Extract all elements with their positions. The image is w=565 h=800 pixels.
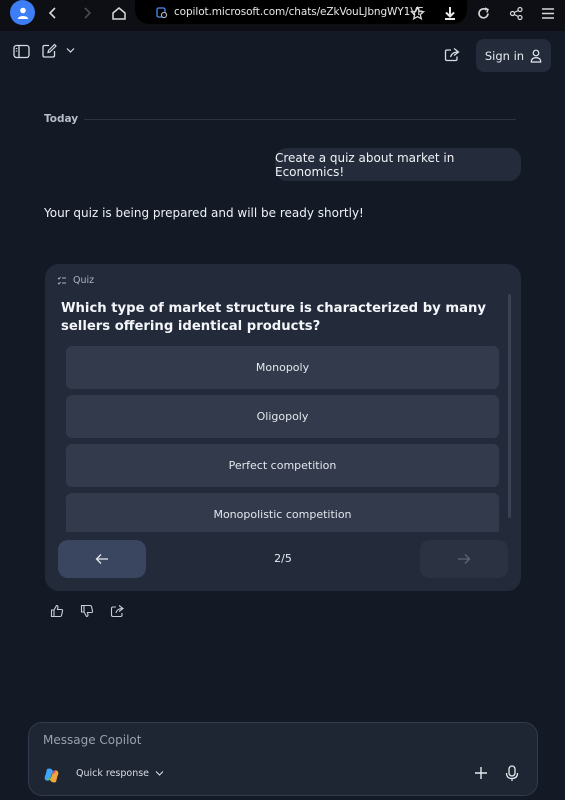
sign-in-button[interactable]: Sign in (476, 39, 551, 72)
quiz-label: Quiz (73, 275, 95, 286)
arrow-left-icon (95, 553, 109, 565)
forward-icon[interactable] (74, 0, 100, 26)
response-mode-selector[interactable]: Quick response (76, 768, 164, 779)
home-icon[interactable] (106, 0, 132, 26)
copilot-logo-icon (43, 767, 60, 784)
quiz-card: Quiz Which type of market structure is c… (45, 264, 521, 591)
user-message: Create a quiz about market in Economics! (275, 148, 521, 181)
quiz-scrollbar[interactable] (508, 294, 511, 518)
new-chat-icon[interactable] (41, 43, 58, 59)
message-composer: Quick response (28, 722, 538, 796)
quiz-options: Monopoly Oligopoly Perfect competition M… (66, 346, 499, 532)
account-icon[interactable] (10, 0, 35, 25)
sign-in-label: Sign in (484, 48, 525, 63)
assistant-message: Your quiz is being prepared and will be … (44, 206, 364, 220)
back-icon[interactable] (40, 0, 66, 26)
chevron-down-icon[interactable] (66, 47, 75, 54)
next-question-button[interactable] (420, 540, 508, 578)
microphone-icon[interactable] (505, 765, 519, 782)
plus-icon[interactable] (473, 765, 489, 781)
response-mode-label: Quick response (76, 768, 150, 779)
quiz-progress: 2/5 (274, 552, 292, 565)
url-text: copilot.microsoft.com/chats/eZkVouLJbngW… (174, 6, 424, 18)
share-conversation-icon[interactable] (444, 47, 460, 62)
thumbs-up-icon[interactable] (50, 604, 64, 618)
message-feedback (50, 604, 124, 618)
bookmark-star-icon[interactable] (404, 0, 430, 26)
date-divider-label: Today (44, 113, 79, 125)
quiz-question: Which type of market structure is charac… (61, 301, 486, 334)
arrow-right-icon (457, 553, 471, 565)
download-icon[interactable] (437, 0, 463, 26)
quiz-option[interactable]: Monopoly (66, 346, 499, 389)
chevron-down-icon (155, 770, 164, 777)
browser-toolbar: copilot.microsoft.com/chats/eZkVouLJbngW… (0, 0, 565, 31)
thumbs-down-icon[interactable] (80, 604, 94, 618)
quiz-option[interactable]: Oligopoly (66, 395, 499, 438)
quiz-option[interactable]: Monopolistic competition (66, 493, 499, 532)
message-input[interactable] (43, 733, 443, 747)
site-info-icon[interactable] (155, 6, 168, 19)
quiz-option[interactable]: Perfect competition (66, 444, 499, 487)
date-divider-line (84, 119, 516, 120)
menu-icon[interactable] (535, 0, 561, 26)
reload-icon[interactable] (470, 0, 496, 26)
previous-question-button[interactable] (58, 540, 146, 578)
user-icon (530, 49, 542, 63)
quiz-header: Quiz (57, 275, 94, 286)
share-icon[interactable] (110, 604, 124, 618)
sidebar-toggle-icon[interactable] (13, 44, 30, 59)
quiz-icon (57, 276, 67, 286)
share-icon[interactable] (503, 0, 529, 26)
